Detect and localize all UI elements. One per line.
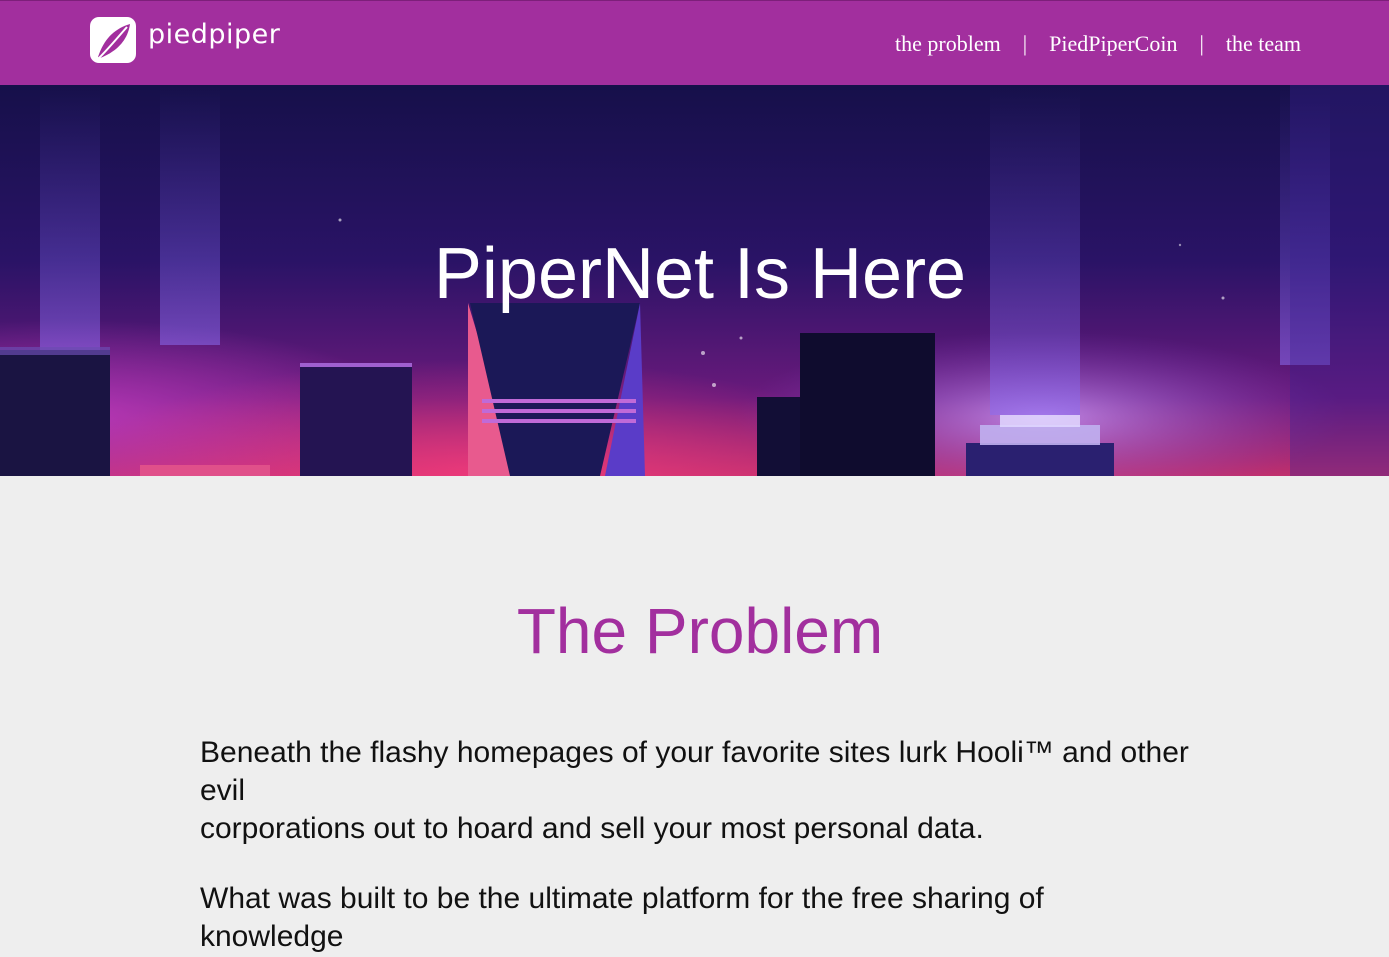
nav-separator: | [1199, 31, 1204, 56]
nav-separator: | [1022, 31, 1028, 56]
top-navbar: piedpiper the problem | PiedPiperCoin | … [0, 0, 1389, 85]
problem-section: The Problem Beneath the flashy homepages… [0, 476, 1389, 957]
brand-logo-link[interactable]: piedpiper [90, 17, 280, 63]
problem-paragraph-2: What was built to be the ultimate platfo… [200, 880, 1190, 956]
hero-title: PiperNet Is Here [433, 234, 967, 314]
hero-banner: PiperNet Is Here [0, 85, 1389, 476]
paragraph-2-line-1: What was built to be the ultimate platfo… [200, 882, 1044, 953]
nav-link-the-team[interactable]: the team [1226, 31, 1301, 57]
nav-link-piedpipercoin[interactable]: PiedPiperCoin [1049, 31, 1177, 57]
nav-link-the-problem[interactable]: the problem [895, 31, 1001, 57]
brand-name: piedpiper [148, 18, 281, 50]
section-title: The Problem [516, 595, 884, 667]
problem-paragraph-1: Beneath the flashy homepages of your fav… [200, 734, 1190, 848]
paragraph-1-line-1: Beneath the flashy homepages of your fav… [200, 736, 1189, 807]
paragraph-1-line-2: corporations out to hoard and sell your … [200, 812, 984, 845]
piedpiper-leaf-icon [90, 17, 136, 63]
main-nav: the problem | PiedPiperCoin | the team [895, 31, 1301, 57]
